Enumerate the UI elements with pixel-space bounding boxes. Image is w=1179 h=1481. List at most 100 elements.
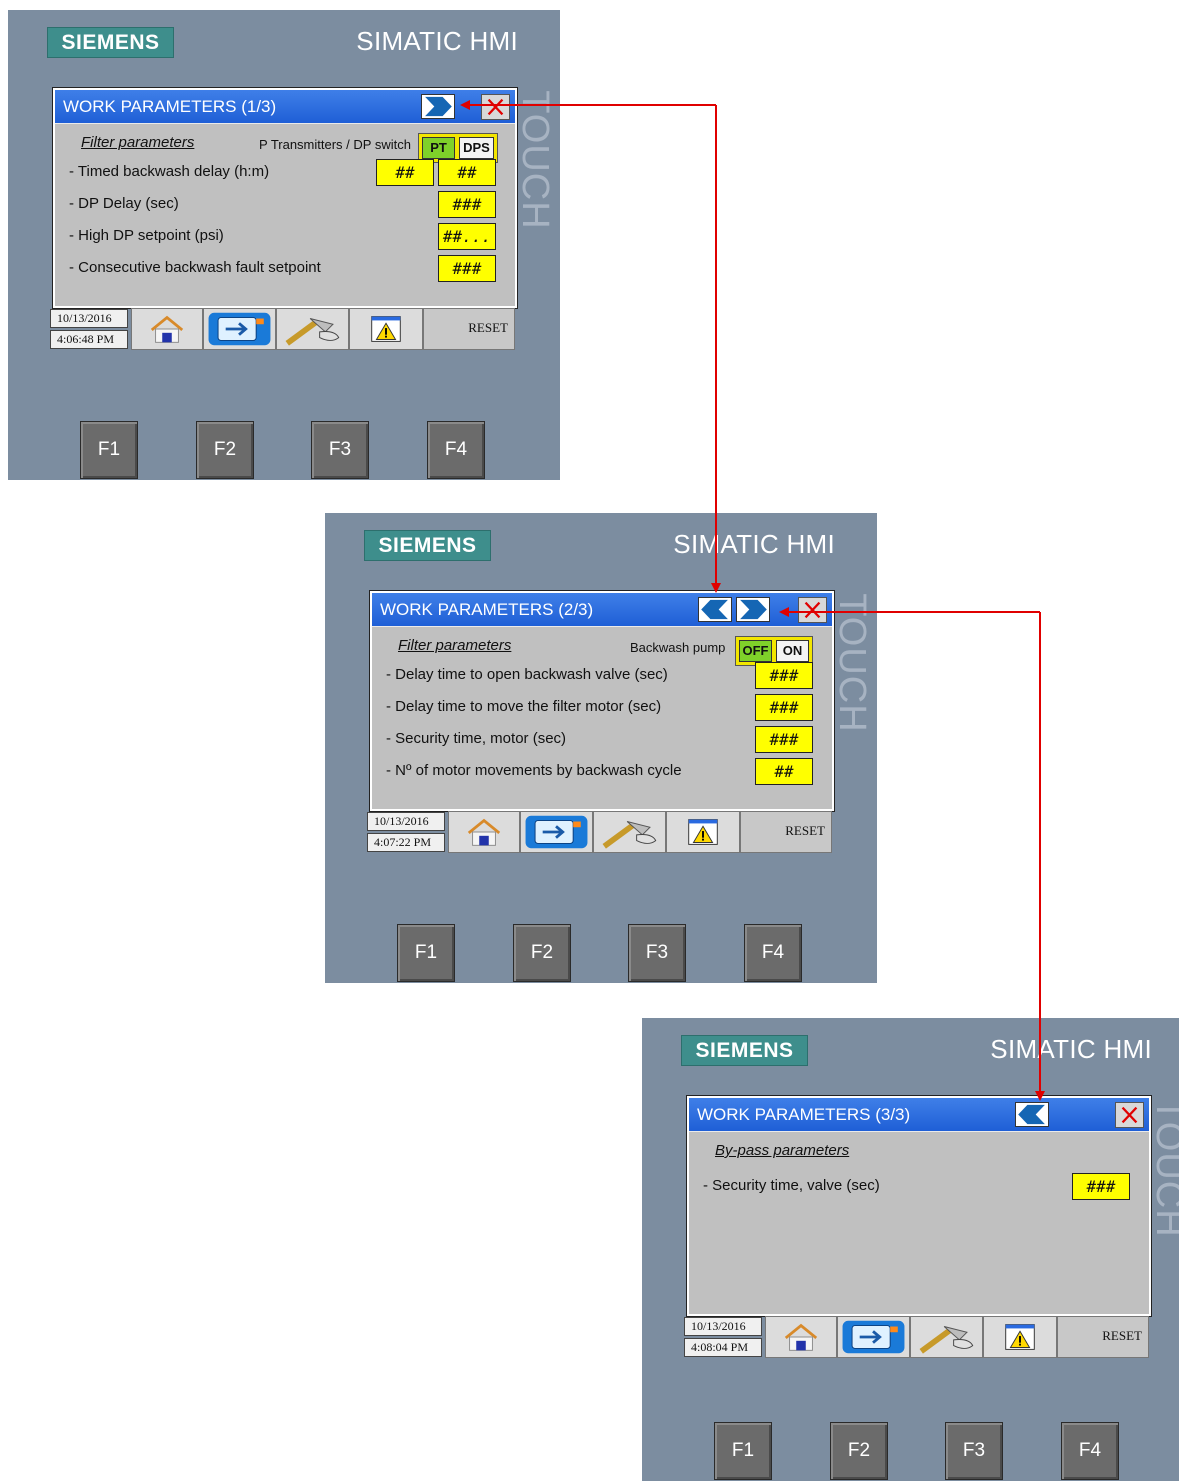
toggle-option-dps[interactable]: DPS: [459, 137, 494, 159]
f1-key[interactable]: F1: [397, 924, 455, 982]
f2-key[interactable]: F2: [830, 1422, 888, 1480]
close-button[interactable]: [481, 94, 510, 120]
home-button[interactable]: [765, 1316, 837, 1358]
motor-move-delay-input[interactable]: ###: [755, 694, 813, 721]
previous-page-icon: [701, 599, 728, 620]
close-icon: [1121, 1106, 1138, 1124]
tools-icon: [919, 1326, 974, 1354]
function-bar: 10/13/2016 4:07:22 PM RESET: [367, 811, 832, 853]
hours-input[interactable]: ##: [376, 159, 434, 186]
screen-switch-icon: [525, 815, 588, 849]
f4-key[interactable]: F4: [744, 924, 802, 982]
product-name: SIMATIC HMI: [990, 1034, 1152, 1064]
f3-key[interactable]: F3: [311, 421, 369, 479]
hmi-panel-1: SIEMENS SIMATIC HMI TOUCH WORK PARAMETER…: [8, 10, 560, 480]
alarm-warning-icon: [688, 819, 718, 845]
section-heading: Filter parameters: [81, 134, 195, 151]
product-name: SIMATIC HMI: [356, 26, 518, 56]
f4-key[interactable]: F4: [1061, 1422, 1119, 1480]
param-label: - Delay time to open backwash valve (sec…: [386, 666, 668, 683]
reset-button[interactable]: RESET: [423, 308, 515, 350]
hmi-panel-2: SIEMENS SIMATIC HMI TOUCH WORK PARAMETER…: [325, 513, 877, 983]
previous-page-button[interactable]: [1015, 1102, 1049, 1127]
toggle-label: Backwash pump: [630, 640, 726, 655]
f1-key[interactable]: F1: [714, 1422, 772, 1480]
toggle-option-on[interactable]: ON: [776, 640, 809, 662]
next-page-icon: [740, 599, 767, 620]
alarm-button[interactable]: [349, 308, 423, 350]
time-display: 4:06:48 PM: [50, 330, 128, 349]
hmi-screen: WORK PARAMETERS (1/3) Filter parameters …: [52, 87, 518, 309]
window-title: WORK PARAMETERS (2/3): [380, 600, 594, 619]
tools-icon: [602, 821, 657, 849]
siemens-logo: SIEMENS: [681, 1035, 808, 1066]
screen-switch-icon: [842, 1320, 905, 1354]
toggle-option-pt[interactable]: PT: [422, 137, 455, 159]
high-dp-setpoint-input[interactable]: ##...: [438, 223, 496, 250]
function-bar: 10/13/2016 4:08:04 PM RESET: [684, 1316, 1149, 1358]
date-display: 10/13/2016: [50, 309, 128, 328]
parameters-area: Filter parameters Backwash pump OFF ON -…: [372, 627, 832, 809]
next-page-button[interactable]: [421, 94, 455, 119]
motor-security-time-input[interactable]: ###: [755, 726, 813, 753]
next-page-button[interactable]: [736, 597, 770, 622]
fault-setpoint-input[interactable]: ###: [438, 255, 496, 282]
screen-switch-button[interactable]: [837, 1316, 910, 1358]
time-display: 4:07:22 PM: [367, 833, 445, 852]
valve-open-delay-input[interactable]: ###: [755, 662, 813, 689]
previous-page-button[interactable]: [698, 597, 732, 622]
close-button[interactable]: [798, 597, 827, 623]
f2-key[interactable]: F2: [196, 421, 254, 479]
home-button[interactable]: [131, 308, 203, 350]
valve-security-time-input[interactable]: ###: [1072, 1173, 1130, 1200]
home-icon: [467, 818, 501, 846]
reset-button[interactable]: RESET: [1057, 1316, 1149, 1358]
motor-movements-input[interactable]: ##: [755, 758, 813, 785]
date-display: 10/13/2016: [367, 812, 445, 831]
f2-key[interactable]: F2: [513, 924, 571, 982]
hmi-panel-3: SIEMENS SIMATIC HMI TOUCH WORK PARAMETER…: [642, 1018, 1179, 1481]
parameters-area: By-pass parameters - Security time, valv…: [689, 1132, 1149, 1314]
function-bar: 10/13/2016 4:06:48 PM RESET: [50, 308, 515, 350]
window-title: WORK PARAMETERS (1/3): [63, 97, 277, 116]
date-display: 10/13/2016: [684, 1317, 762, 1336]
tools-button[interactable]: [276, 308, 349, 350]
toggle-option-off[interactable]: OFF: [739, 640, 772, 662]
home-button[interactable]: [448, 811, 520, 853]
alarm-warning-icon: [1005, 1324, 1035, 1350]
previous-page-icon: [1018, 1104, 1045, 1125]
tools-button[interactable]: [910, 1316, 983, 1358]
window-titlebar: WORK PARAMETERS (2/3): [372, 593, 832, 627]
param-label: - High DP setpoint (psi): [69, 227, 224, 244]
alarm-button[interactable]: [983, 1316, 1057, 1358]
f3-key[interactable]: F3: [628, 924, 686, 982]
hmi-screen: WORK PARAMETERS (3/3) By-pass parameters…: [686, 1095, 1152, 1317]
f3-key[interactable]: F3: [945, 1422, 1003, 1480]
next-page-icon: [425, 96, 452, 117]
param-label: - Security time, motor (sec): [386, 730, 567, 747]
reset-button[interactable]: RESET: [740, 811, 832, 853]
close-icon: [804, 601, 821, 619]
hmi-screen: WORK PARAMETERS (2/3) Filter parameters …: [369, 590, 835, 812]
f1-key[interactable]: F1: [80, 421, 138, 479]
siemens-logo: SIEMENS: [364, 530, 491, 561]
window-titlebar: WORK PARAMETERS (3/3): [689, 1098, 1149, 1132]
alarm-warning-icon: [371, 316, 401, 342]
siemens-logo: SIEMENS: [47, 27, 174, 58]
touch-label: TOUCH: [517, 90, 556, 228]
close-icon: [487, 98, 504, 116]
param-label: - Security time, valve (sec): [703, 1177, 880, 1194]
f4-key[interactable]: F4: [427, 421, 485, 479]
home-icon: [150, 315, 184, 343]
touch-label: TOUCH: [1151, 1098, 1179, 1236]
alarm-button[interactable]: [666, 811, 740, 853]
screen-switch-button[interactable]: [520, 811, 593, 853]
screen-switch-button[interactable]: [203, 308, 276, 350]
dp-delay-input[interactable]: ###: [438, 191, 496, 218]
tools-button[interactable]: [593, 811, 666, 853]
close-button[interactable]: [1115, 1102, 1144, 1128]
tools-icon: [285, 318, 340, 346]
window-titlebar: WORK PARAMETERS (1/3): [55, 90, 515, 124]
minutes-input[interactable]: ##: [438, 159, 496, 186]
home-icon: [784, 1323, 818, 1351]
